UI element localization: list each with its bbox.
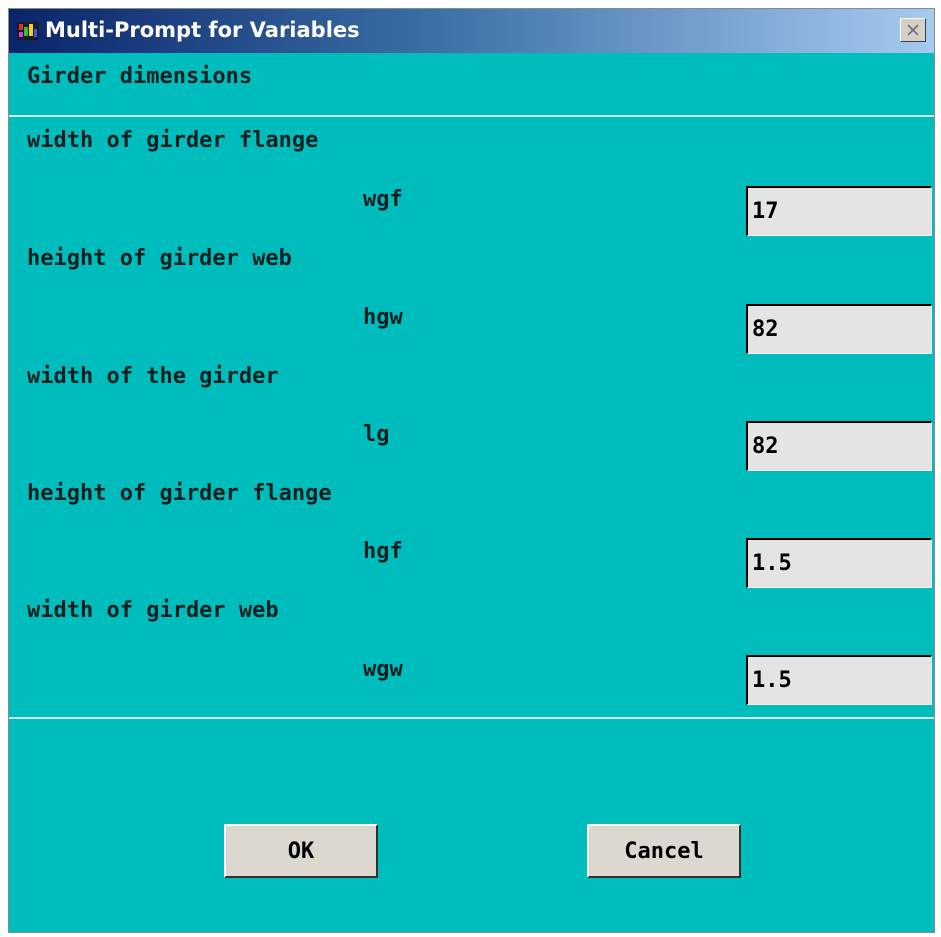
variable-description: height of girder flange (27, 481, 332, 506)
variable-name: wgf (363, 187, 403, 212)
close-button[interactable] (900, 18, 926, 42)
variable-description: width of girder flange (27, 128, 319, 153)
variable-description: width of girder web (27, 598, 279, 623)
lg-input[interactable] (746, 421, 932, 471)
app-icon (17, 22, 39, 40)
ok-button[interactable]: OK (224, 824, 378, 878)
window-title: Multi-Prompt for Variables (45, 18, 360, 42)
title-bar[interactable]: Multi-Prompt for Variables (9, 9, 934, 53)
header-divider (9, 115, 934, 117)
variable-name: wgw (363, 657, 403, 682)
variable-name: hgf (363, 539, 403, 564)
variable-description: height of girder web (27, 246, 292, 271)
variable-name: hgw (363, 305, 403, 330)
section-heading: Girder dimensions (27, 64, 253, 89)
variable-description: width of the girder (27, 364, 279, 389)
hgw-input[interactable] (746, 304, 932, 354)
wgw-input[interactable] (746, 655, 932, 705)
wgf-input[interactable] (746, 186, 932, 236)
close-icon (907, 24, 919, 36)
multi-prompt-dialog: Multi-Prompt for Variables Girder dimens… (8, 8, 935, 933)
footer-divider (9, 717, 934, 719)
hgf-input[interactable] (746, 538, 932, 588)
variable-name: lg (363, 422, 390, 447)
cancel-button[interactable]: Cancel (587, 824, 741, 878)
